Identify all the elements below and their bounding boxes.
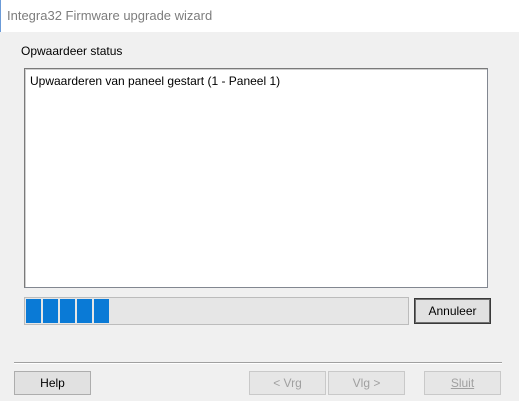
upgrade-progress-bar: [24, 297, 409, 325]
help-button[interactable]: Help: [14, 371, 91, 395]
close-button-label: Sluit: [450, 376, 475, 390]
footer-separator: [14, 362, 502, 364]
next-button[interactable]: Vlg >: [328, 371, 405, 395]
status-log-box[interactable]: Upwaarderen van paneel gestart (1 - Pane…: [24, 68, 488, 288]
title-bar: Integra32 Firmware upgrade wizard: [0, 0, 519, 32]
log-line: Upwaarderen van paneel gestart (1 - Pane…: [30, 74, 281, 88]
progress-bar-fill: [26, 299, 111, 323]
firmware-upgrade-wizard-window: Integra32 Firmware upgrade wizard Opwaar…: [0, 0, 519, 401]
status-section-label: Opwaardeer status: [21, 44, 123, 58]
cancel-button[interactable]: Annuleer: [414, 298, 491, 324]
window-title: Integra32 Firmware upgrade wizard: [7, 8, 213, 23]
back-button[interactable]: < Vrg: [249, 371, 326, 395]
close-button[interactable]: Sluit: [424, 371, 501, 395]
